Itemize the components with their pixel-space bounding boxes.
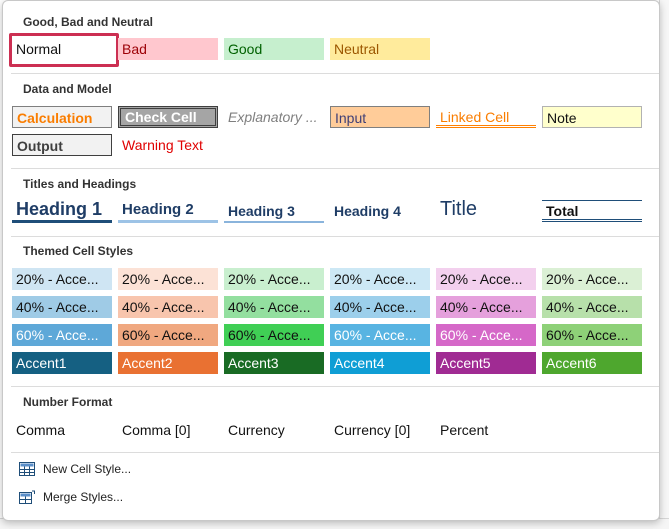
style-40-accent3[interactable]: 40% - Acce... (224, 296, 324, 318)
style-heading-3[interactable]: Heading 3 (224, 200, 324, 223)
style-linked-cell[interactable]: Linked Cell (436, 106, 536, 128)
style-accent5[interactable]: Accent5 (436, 352, 536, 374)
style-output[interactable]: Output (12, 134, 112, 156)
style-60-accent2[interactable]: 60% - Acce... (118, 324, 218, 346)
separator (11, 452, 659, 453)
style-currency[interactable]: Currency (224, 419, 324, 441)
style-60-accent3[interactable]: 60% - Acce... (224, 324, 324, 346)
style-40-accent4[interactable]: 40% - Acce... (330, 296, 430, 318)
style-total[interactable]: Total (542, 200, 642, 222)
style-60-accent5[interactable]: 60% - Acce... (436, 324, 536, 346)
section-title-number-format: Number Format (23, 395, 113, 409)
style-60-accent4[interactable]: 60% - Acce... (330, 324, 430, 346)
separator (11, 168, 659, 169)
style-40-accent5[interactable]: 40% - Acce... (436, 296, 536, 318)
style-warning-text[interactable]: Warning Text (118, 134, 218, 156)
separator (11, 386, 659, 387)
style-40-accent1[interactable]: 40% - Acce... (12, 296, 112, 318)
style-comma[interactable]: Comma (12, 419, 112, 441)
background-right-edge (659, 0, 669, 529)
cell-styles-gallery: Good, Bad and Neutral Normal Bad Good Ne… (2, 0, 660, 521)
style-explanatory[interactable]: Explanatory ... (224, 106, 324, 128)
style-accent1[interactable]: Accent1 (12, 352, 112, 374)
style-heading-2[interactable]: Heading 2 (118, 199, 218, 223)
section-title-themed: Themed Cell Styles (23, 244, 134, 258)
style-currency-0[interactable]: Currency [0] (330, 419, 430, 441)
style-percent[interactable]: Percent (436, 419, 536, 441)
style-calculation[interactable]: Calculation (12, 106, 112, 128)
style-bad[interactable]: Bad (118, 38, 218, 60)
section-title-data-model: Data and Model (23, 82, 112, 96)
style-check-cell[interactable]: Check Cell (118, 106, 218, 128)
separator (11, 73, 659, 74)
style-neutral[interactable]: Neutral (330, 38, 430, 60)
section-title-titles-headings: Titles and Headings (23, 177, 137, 191)
style-heading-4[interactable]: Heading 4 (330, 200, 430, 222)
style-comma-0[interactable]: Comma [0] (118, 419, 218, 441)
style-60-accent1[interactable]: 60% - Acce... (12, 324, 112, 346)
merge-styles-icon (19, 490, 35, 504)
style-40-accent6[interactable]: 40% - Acce... (542, 296, 642, 318)
separator (11, 236, 659, 237)
style-40-accent2[interactable]: 40% - Acce... (118, 296, 218, 318)
style-heading-1[interactable]: Heading 1 (12, 197, 112, 223)
style-20-accent3[interactable]: 20% - Acce... (224, 268, 324, 290)
new-cell-style-menu-item[interactable]: New Cell Style... (19, 458, 131, 480)
merge-styles-label: Merge Styles... (43, 490, 124, 504)
style-note[interactable]: Note (542, 106, 642, 128)
style-60-accent6[interactable]: 60% - Acce... (542, 324, 642, 346)
style-20-accent6[interactable]: 20% - Acce... (542, 268, 642, 290)
style-20-accent2[interactable]: 20% - Acce... (118, 268, 218, 290)
style-accent2[interactable]: Accent2 (118, 352, 218, 374)
style-good[interactable]: Good (224, 38, 324, 60)
new-cell-style-label: New Cell Style... (43, 462, 132, 476)
cell-style-icon (19, 462, 35, 476)
merge-styles-menu-item[interactable]: Merge Styles... (19, 486, 123, 508)
style-title[interactable]: Title (436, 196, 536, 222)
style-accent3[interactable]: Accent3 (224, 352, 324, 374)
style-20-accent1[interactable]: 20% - Acce... (12, 268, 112, 290)
style-accent4[interactable]: Accent4 (330, 352, 430, 374)
selected-style-frame (9, 33, 119, 67)
section-title-good-bad-neutral: Good, Bad and Neutral (23, 15, 154, 29)
style-20-accent4[interactable]: 20% - Acce... (330, 268, 430, 290)
style-accent6[interactable]: Accent6 (542, 352, 642, 374)
style-input[interactable]: Input (330, 106, 430, 128)
style-20-accent5[interactable]: 20% - Acce... (436, 268, 536, 290)
